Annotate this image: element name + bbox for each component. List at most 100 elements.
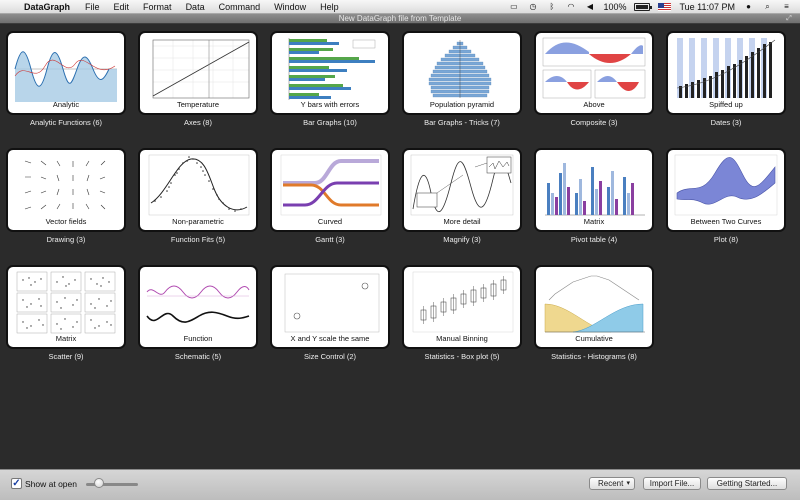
template-thumbnail[interactable]: Function xyxy=(138,265,258,349)
category-label: Pivot table (4) xyxy=(570,235,618,244)
show-at-open-label[interactable]: Show at open xyxy=(25,479,77,489)
menu-help[interactable]: Help xyxy=(313,2,346,12)
template-title: Spiffed up xyxy=(709,100,743,109)
bar-graph-preview-icon xyxy=(288,38,376,100)
population-pyramid-preview-icon xyxy=(428,40,492,98)
menu-window[interactable]: Window xyxy=(267,2,313,12)
template-title: Non-parametric xyxy=(172,217,224,226)
template-thumbnail[interactable]: Spiffed up xyxy=(666,31,786,115)
template-thumbnail[interactable]: Population pyramid xyxy=(402,31,522,115)
battery-percent[interactable]: 100% xyxy=(603,2,626,12)
pivot-table-preview-icon xyxy=(545,163,645,216)
chevron-down-icon: ▾ xyxy=(626,480,630,487)
category-label: Statistics - Box plot (5) xyxy=(424,352,500,361)
template-title: More detail xyxy=(443,217,481,226)
template-thumbnail[interactable]: Non-parametric xyxy=(138,148,258,232)
menu-format[interactable]: Format xyxy=(136,2,179,12)
axes-preview-icon xyxy=(152,39,250,99)
template-thumbnail[interactable]: Analytic xyxy=(6,31,126,115)
template-title: Population pyramid xyxy=(429,100,495,109)
template-thumbnail[interactable]: Vector fields xyxy=(6,148,126,232)
airplay-icon[interactable]: ▭ xyxy=(508,2,519,11)
spotlight-icon[interactable]: ⌕ xyxy=(762,2,773,11)
template-card[interactable]: Population pyramid Bar Graphs - Tricks (… xyxy=(402,31,522,127)
template-card[interactable]: Function Schematic (5) xyxy=(138,265,258,361)
bluetooth-icon[interactable]: ᛒ xyxy=(546,2,557,11)
category-label: Gantt (3) xyxy=(315,235,345,244)
category-label: Statistics - Histograms (8) xyxy=(551,352,637,361)
template-title: Matrix xyxy=(55,334,77,343)
volume-icon[interactable]: ◀ xyxy=(584,2,595,11)
magnify-preview-icon xyxy=(410,154,514,216)
template-thumbnail[interactable]: Between Two Curves xyxy=(666,148,786,232)
template-card[interactable]: More detail Magnify (3) xyxy=(402,148,522,244)
template-card[interactable]: Analytic Analytic Functions (6) xyxy=(6,31,126,127)
menu-data[interactable]: Data xyxy=(179,2,212,12)
template-grid: Analytic Analytic Functions (6) Temperat… xyxy=(0,25,800,469)
template-card[interactable]: Matrix Scatter (9) xyxy=(6,265,126,361)
menu-command[interactable]: Command xyxy=(212,2,268,12)
recent-label: Recent xyxy=(598,479,624,488)
template-thumbnail[interactable]: Above xyxy=(534,31,654,115)
template-title: Temperature xyxy=(176,100,220,109)
template-card[interactable]: Curved Gantt (3) xyxy=(270,148,390,244)
fullscreen-icon[interactable]: ⤢ xyxy=(784,15,794,23)
template-card[interactable]: Cumulative Statistics - Histograms (8) xyxy=(534,265,654,361)
vector-field-preview-icon xyxy=(24,160,106,210)
template-title: Cumulative xyxy=(575,334,613,343)
template-title: Analytic xyxy=(52,100,80,109)
template-card[interactable]: Above Composite (3) xyxy=(534,31,654,127)
template-thumbnail[interactable]: More detail xyxy=(402,148,522,232)
template-card[interactable]: Matrix Pivot table (4) xyxy=(534,148,654,244)
template-title: Between Two Curves xyxy=(690,217,762,226)
function-fit-preview-icon xyxy=(148,154,250,216)
template-thumbnail[interactable]: Matrix xyxy=(534,148,654,232)
battery-icon[interactable] xyxy=(634,2,653,11)
template-thumbnail[interactable]: Y bars with errors xyxy=(270,31,390,115)
size-control-preview-icon xyxy=(284,273,380,333)
menu-bar: DataGraph File Edit Format Data Command … xyxy=(0,0,800,14)
template-card[interactable]: Vector fields Drawing (3) xyxy=(6,148,126,244)
template-thumbnail[interactable]: Curved xyxy=(270,148,390,232)
histogram-preview-icon xyxy=(544,275,645,333)
import-file-button[interactable]: Import File... xyxy=(643,477,701,490)
wifi-icon[interactable]: ◠ xyxy=(565,2,576,11)
template-card[interactable]: Temperature Axes (8) xyxy=(138,31,258,127)
template-title: Above xyxy=(583,100,605,109)
template-title: Vector fields xyxy=(45,217,87,226)
template-card[interactable]: Manual Binning Statistics - Box plot (5) xyxy=(402,265,522,361)
scatter-matrix-preview-icon xyxy=(16,271,116,334)
template-thumbnail[interactable]: Matrix xyxy=(6,265,126,349)
template-title: Curved xyxy=(317,217,343,226)
menubar-clock[interactable]: Tue 11:07 PM xyxy=(679,2,735,12)
template-card[interactable]: Between Two Curves Plot (8) xyxy=(666,148,786,244)
menu-edit[interactable]: Edit xyxy=(107,2,137,12)
slider-knob[interactable] xyxy=(94,478,104,488)
template-thumbnail[interactable]: Cumulative xyxy=(534,265,654,349)
menu-app-name[interactable]: DataGraph xyxy=(22,2,78,12)
gantt-preview-icon xyxy=(280,154,382,216)
notification-icon[interactable]: ≡ xyxy=(781,2,792,11)
user-icon[interactable]: ● xyxy=(743,2,754,11)
template-thumbnail[interactable]: Manual Binning xyxy=(402,265,522,349)
category-label: Size Control (2) xyxy=(303,352,357,361)
category-label: Magnify (3) xyxy=(443,235,481,244)
composite-preview-icon xyxy=(542,37,646,99)
template-card[interactable]: Non-parametric Function Fits (5) xyxy=(138,148,258,244)
recent-dropdown[interactable]: Recent ▾ xyxy=(589,477,635,490)
category-label: Plot (8) xyxy=(713,235,739,244)
input-flag-icon[interactable] xyxy=(658,2,672,11)
getting-started-button[interactable]: Getting Started... xyxy=(707,477,787,490)
category-label: Bar Graphs (10) xyxy=(303,118,357,127)
template-thumbnail[interactable]: X and Y scale the same xyxy=(270,265,390,349)
analytic-preview-icon xyxy=(14,51,117,102)
schematic-preview-icon xyxy=(146,285,250,323)
show-at-open-checkbox[interactable]: ✓ xyxy=(11,478,22,489)
menu-file[interactable]: File xyxy=(78,2,107,12)
category-label: Analytic Functions (6) xyxy=(29,118,103,127)
template-card[interactable]: X and Y scale the same Size Control (2) xyxy=(270,265,390,361)
template-thumbnail[interactable]: Temperature xyxy=(138,31,258,115)
template-card[interactable]: Spiffed up Dates (3) xyxy=(666,31,786,127)
timemachine-icon[interactable]: ◷ xyxy=(527,2,538,11)
template-card[interactable]: Y bars with errors Bar Graphs (10) xyxy=(270,31,390,127)
